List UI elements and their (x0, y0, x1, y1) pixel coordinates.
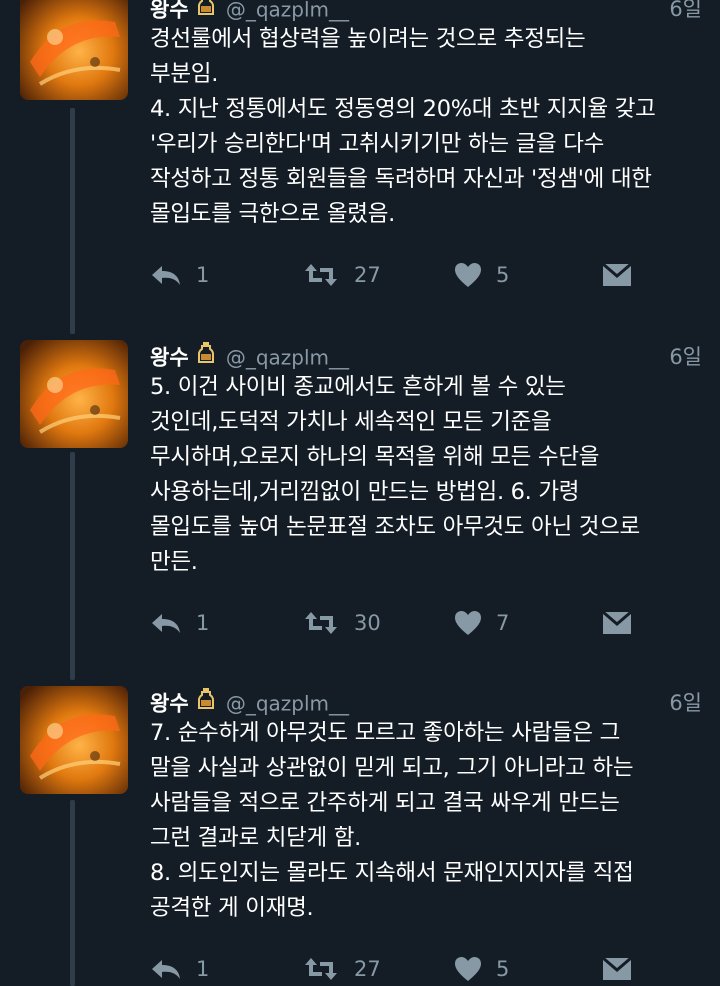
tweet-text-line: 무시하며,오로지 하나의 목적을 위해 모든 수단을 (150, 444, 600, 470)
reply-button[interactable]: 1 (150, 260, 209, 290)
retweet-count: 27 (354, 957, 381, 981)
avatar[interactable] (20, 0, 128, 100)
user-handle[interactable]: @_qazplm__ (226, 0, 349, 22)
tweet-header: 왕수 @_qazplm__ 6일 (150, 686, 710, 720)
reply-icon (152, 614, 180, 633)
reply-count: 1 (196, 957, 210, 981)
like-count: 5 (496, 263, 510, 287)
tweet-actions: 1 30 7 (150, 608, 650, 638)
tweet-text-line: 사람들을 적으로 간주하게 되고 결국 싸우게 만드는 (150, 790, 620, 816)
reply-icon (152, 960, 180, 979)
heart-icon (455, 611, 481, 635)
tweet-header: 왕수 @_qazplm__ 6일 (150, 340, 710, 374)
direct-message-button[interactable] (602, 608, 632, 638)
tweet-text-line: 말을 사실과 상관없이 믿게 되고, 그기 아니라고 하는 (150, 755, 634, 781)
retweet-count: 30 (354, 611, 381, 635)
reply-button[interactable]: 1 (150, 608, 209, 638)
tweet-text-line: 작성하고 정통 회원들을 독려하며 자신과 '정샘'에 대한 (150, 166, 652, 192)
tweet-text-line: 부분임. (150, 61, 219, 87)
like-button[interactable]: 7 (454, 608, 509, 638)
reply-count: 1 (196, 263, 210, 287)
like-button[interactable]: 5 (454, 260, 509, 290)
tweet-actions: 1 27 5 (150, 954, 650, 984)
tweet-text: 5. 이건 사이비 종교에서도 흔하게 볼 수 있는 것인데,도덕적 가치나 세… (150, 370, 710, 580)
tweet-text-line: 5. 이건 사이비 종교에서도 흔하게 볼 수 있는 (150, 374, 566, 400)
envelope-icon (602, 263, 632, 286)
tweet-text-line: 8. 의도인지는 몰라도 지속해서 문재인지지자를 직접 (150, 860, 634, 886)
like-count: 5 (496, 957, 510, 981)
tweet-text-line: 몰입도를 높여 논문표절 조차도 아무것도 아닌 것으로 (150, 514, 640, 540)
tweet-text-line: '우리가 승리한다'며 고취시키기만 하는 글을 다수 (150, 131, 605, 157)
reply-count: 1 (196, 611, 210, 635)
display-name[interactable]: 왕수 (150, 692, 189, 716)
timestamp[interactable]: 6일 (669, 686, 702, 720)
user-handle[interactable]: @_qazplm__ (226, 692, 349, 716)
retweet-icon (305, 958, 337, 980)
avatar[interactable] (20, 340, 128, 448)
retweet-count: 27 (354, 263, 381, 287)
heart-icon (455, 957, 481, 981)
tweet-text-line: 그런 결과로 치닫게 함. (150, 825, 362, 851)
tweet-text-line: 공격한 게 이재명. (150, 895, 314, 921)
retweet-icon (305, 264, 337, 286)
user-handle[interactable]: @_qazplm__ (226, 346, 349, 370)
thread-line (70, 452, 75, 680)
display-name[interactable]: 왕수 (150, 0, 189, 22)
envelope-icon (602, 611, 632, 634)
thread-line (70, 108, 75, 334)
like-count: 7 (496, 611, 510, 635)
reply-button[interactable]: 1 (150, 954, 209, 984)
retweet-button[interactable]: 27 (302, 954, 381, 984)
retweet-button[interactable]: 27 (302, 260, 381, 290)
heart-icon (455, 263, 481, 287)
retweet-button[interactable]: 30 (302, 608, 381, 638)
retweet-icon (305, 612, 337, 634)
envelope-icon (602, 957, 632, 980)
tweet-text-line: 것인데,도덕적 가치나 세속적인 모든 기준을 (150, 409, 552, 435)
reply-icon (152, 266, 180, 285)
thread-line (70, 800, 75, 986)
tweet-text: 경선룰에서 협상력을 높이려는 것으로 추정되는 부분임. 4. 지난 정통에서… (150, 22, 710, 232)
tweet-text-line: 경선룰에서 협상력을 높이려는 것으로 추정되는 (150, 26, 586, 52)
tweet-text-line: 7. 순수하게 아무것도 모르고 좋아하는 사람들은 그 (150, 720, 620, 746)
direct-message-button[interactable] (602, 260, 632, 290)
tweet-text-line: 4. 지난 정통에서도 정동영의 20%대 초반 지지율 갖고 (150, 96, 656, 122)
display-name[interactable]: 왕수 (150, 346, 189, 370)
tweet-text-line: 만든. (150, 549, 198, 575)
avatar[interactable] (20, 686, 128, 794)
direct-message-button[interactable] (602, 954, 632, 984)
tweet-text-line: 사용하는데,거리낌없이 만드는 방법임. 6. 가령 (150, 479, 580, 505)
tweet-text-line: 몰입도를 극한으로 올렸음. (150, 201, 395, 227)
timestamp[interactable]: 6일 (669, 340, 702, 374)
tweet-text: 7. 순수하게 아무것도 모르고 좋아하는 사람들은 그 말을 사실과 상관없이… (150, 716, 710, 926)
like-button[interactable]: 5 (454, 954, 509, 984)
tweet-actions: 1 27 5 (150, 260, 650, 290)
